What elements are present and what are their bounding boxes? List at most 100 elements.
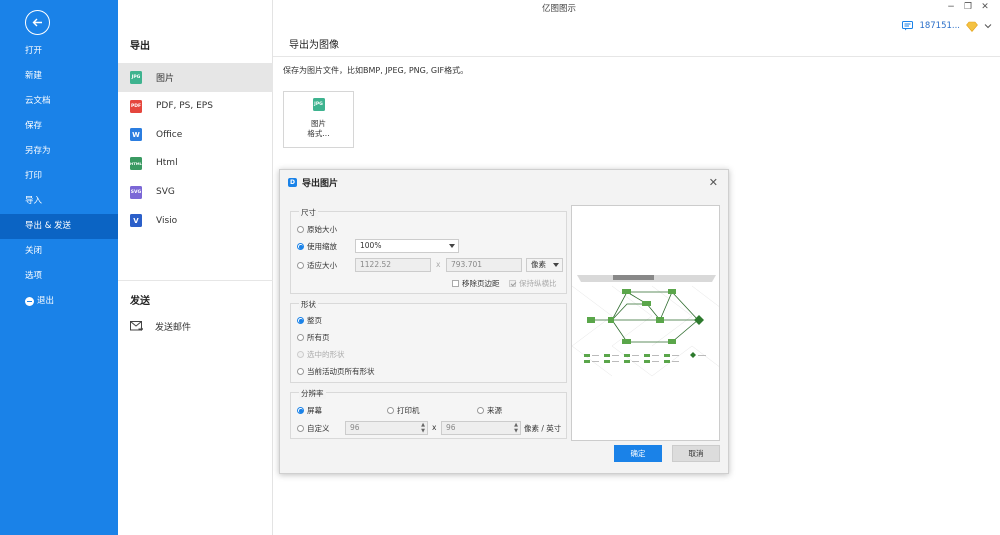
sidebar-item-new[interactable]: 新建	[0, 64, 118, 89]
user-area: 187151...	[902, 19, 992, 33]
radio-button[interactable]	[297, 226, 304, 233]
unit-select[interactable]: 像素	[526, 258, 563, 272]
send-item-email[interactable]: 发送邮件	[118, 313, 273, 339]
right-description: 保存为图片文件，比如BMP, JPEG, PNG, GIF格式。	[283, 66, 469, 75]
sidebar-item-close[interactable]: 关闭	[0, 239, 118, 264]
minimize-icon[interactable]: −	[944, 2, 958, 12]
pdf-file-icon: PDF	[130, 99, 142, 113]
export-item-visio[interactable]: V Visio	[118, 206, 273, 235]
diamond-icon[interactable]	[966, 21, 978, 32]
times-sign: x	[436, 260, 441, 269]
radio-fit-size[interactable]: 适应大小	[297, 260, 337, 271]
dpi-x-input[interactable]: 96 ▲ ▼	[345, 421, 428, 435]
size-group: 尺寸 原始大小 使用缩放 100% 适应大小 1122.52 x 793.701…	[290, 207, 567, 294]
visio-file-icon: V	[130, 214, 142, 228]
restore-icon[interactable]: ❐	[961, 2, 975, 12]
zoom-select[interactable]: 100%	[355, 239, 459, 253]
dropdown-arrow-icon	[449, 244, 455, 248]
sidebar-item-exit[interactable]: 退出	[0, 289, 118, 314]
export-item-office[interactable]: W Office	[118, 120, 273, 149]
dpi-y-input[interactable]: 96 ▲ ▼	[441, 421, 521, 435]
dialog-title-bar[interactable]: D 导出图片	[280, 170, 728, 194]
radio-printer[interactable]: 打印机	[387, 405, 420, 416]
send-heading: 发送	[130, 296, 150, 307]
ok-button[interactable]: 确定	[614, 445, 662, 462]
message-icon[interactable]	[902, 21, 914, 31]
radio-button[interactable]	[297, 351, 304, 358]
spinner-icon[interactable]: ▲ ▼	[421, 422, 425, 434]
radio-button[interactable]	[297, 425, 304, 432]
radio-button[interactable]	[297, 368, 304, 375]
word-file-icon: W	[130, 128, 142, 142]
checkbox[interactable]	[509, 280, 516, 287]
card-label-line2: 格式...	[307, 129, 330, 138]
sidebar-item-save-as[interactable]: 另存为	[0, 139, 118, 164]
sidebar-menu: 打开 新建 云文档 保存 另存为 打印 导入 导出 & 发送 关闭 选项 退出	[0, 39, 118, 314]
radio-button[interactable]	[297, 407, 304, 414]
checkbox-remove-margin[interactable]: 移除页边距	[452, 278, 500, 289]
radio-original-size[interactable]: 原始大小	[297, 224, 337, 235]
app-root: 打开 新建 云文档 保存 另存为 打印 导入 导出 & 发送 关闭 选项 退出 …	[0, 0, 1000, 535]
right-heading: 导出为图像	[289, 40, 339, 51]
radio-current-page-shapes[interactable]: 当前活动页所有形状	[297, 366, 375, 377]
divider	[118, 280, 273, 281]
times-sign: x	[432, 423, 437, 432]
back-button[interactable]	[25, 10, 50, 35]
radio-button[interactable]	[297, 262, 304, 269]
height-input[interactable]: 793.701	[446, 258, 522, 272]
export-item-svg[interactable]: SVG SVG	[118, 178, 273, 207]
sidebar-item-save[interactable]: 保存	[0, 114, 118, 139]
radio-custom[interactable]: 自定义	[297, 423, 330, 434]
checkbox[interactable]	[452, 280, 459, 287]
export-category-panel: 导出 JPG 图片 PDF PDF, PS, EPS W Office HTML…	[118, 0, 273, 535]
jpg-file-icon: JPG	[130, 70, 142, 84]
export-list: JPG 图片 PDF PDF, PS, EPS W Office HTML Ht…	[118, 63, 273, 235]
radio-button[interactable]	[297, 334, 304, 341]
radio-selected-shapes[interactable]: 选中的形状	[297, 349, 345, 360]
cancel-button[interactable]: 取消	[672, 445, 720, 462]
checkbox-keep-ratio[interactable]: 保持纵横比	[509, 278, 557, 289]
spinner-icon[interactable]: ▲ ▼	[514, 422, 518, 434]
shape-group-title: 形状	[299, 299, 318, 310]
dpi-unit: 像素 / 英寸	[524, 424, 562, 433]
export-item-html[interactable]: HTML Html	[118, 149, 273, 178]
diagram-preview	[572, 275, 719, 377]
resolution-group: 分辨率 屏幕 打印机 来源 自定义 96 ▲ ▼ x 96 ▲ ▼ 像素 / 英…	[290, 388, 567, 439]
resolution-group-title: 分辨率	[299, 388, 326, 399]
sidebar-item-import[interactable]: 导入	[0, 189, 118, 214]
export-image-dialog: D 导出图片 ✕ 尺寸 原始大小 使用缩放 100% 适应大小 1122.52 …	[279, 169, 729, 474]
arrow-left-icon	[32, 18, 42, 27]
mail-icon	[130, 320, 143, 331]
export-item-image[interactable]: JPG 图片	[118, 63, 273, 92]
dropdown-arrow-icon	[553, 263, 559, 267]
radio-all-pages[interactable]: 所有页	[297, 332, 330, 343]
radio-source[interactable]: 来源	[477, 405, 502, 416]
size-group-title: 尺寸	[299, 207, 318, 218]
app-logo-icon: D	[288, 177, 297, 187]
chevron-down-icon[interactable]	[984, 23, 992, 29]
radio-button[interactable]	[297, 243, 304, 250]
width-input[interactable]: 1122.52	[355, 258, 431, 272]
radio-screen[interactable]: 屏幕	[297, 405, 322, 416]
dialog-title: 导出图片	[302, 178, 339, 189]
divider	[273, 56, 1000, 57]
close-icon[interactable]: ✕	[978, 2, 992, 12]
radio-use-zoom[interactable]: 使用缩放	[297, 241, 337, 252]
shape-group: 形状 整页 所有页 选中的形状 当前活动页所有形状	[290, 299, 567, 383]
user-id[interactable]: 187151...	[919, 21, 960, 31]
image-format-card[interactable]: JPG 图片 格式...	[283, 91, 354, 148]
jpg-file-icon: JPG	[312, 98, 325, 111]
export-heading: 导出	[130, 41, 150, 52]
sidebar-item-open[interactable]: 打开	[0, 39, 118, 64]
radio-button[interactable]	[387, 407, 394, 414]
sidebar-item-cloud-docs[interactable]: 云文档	[0, 89, 118, 114]
radio-whole-page[interactable]: 整页	[297, 315, 322, 326]
svg-file-icon: SVG	[130, 185, 142, 199]
sidebar-item-options[interactable]: 选项	[0, 264, 118, 289]
close-icon[interactable]: ✕	[709, 176, 718, 189]
radio-button[interactable]	[477, 407, 484, 414]
sidebar-item-print[interactable]: 打印	[0, 164, 118, 189]
sidebar-item-export-send[interactable]: 导出 & 发送	[0, 214, 118, 239]
radio-button[interactable]	[297, 317, 304, 324]
export-item-pdf[interactable]: PDF PDF, PS, EPS	[118, 92, 273, 121]
